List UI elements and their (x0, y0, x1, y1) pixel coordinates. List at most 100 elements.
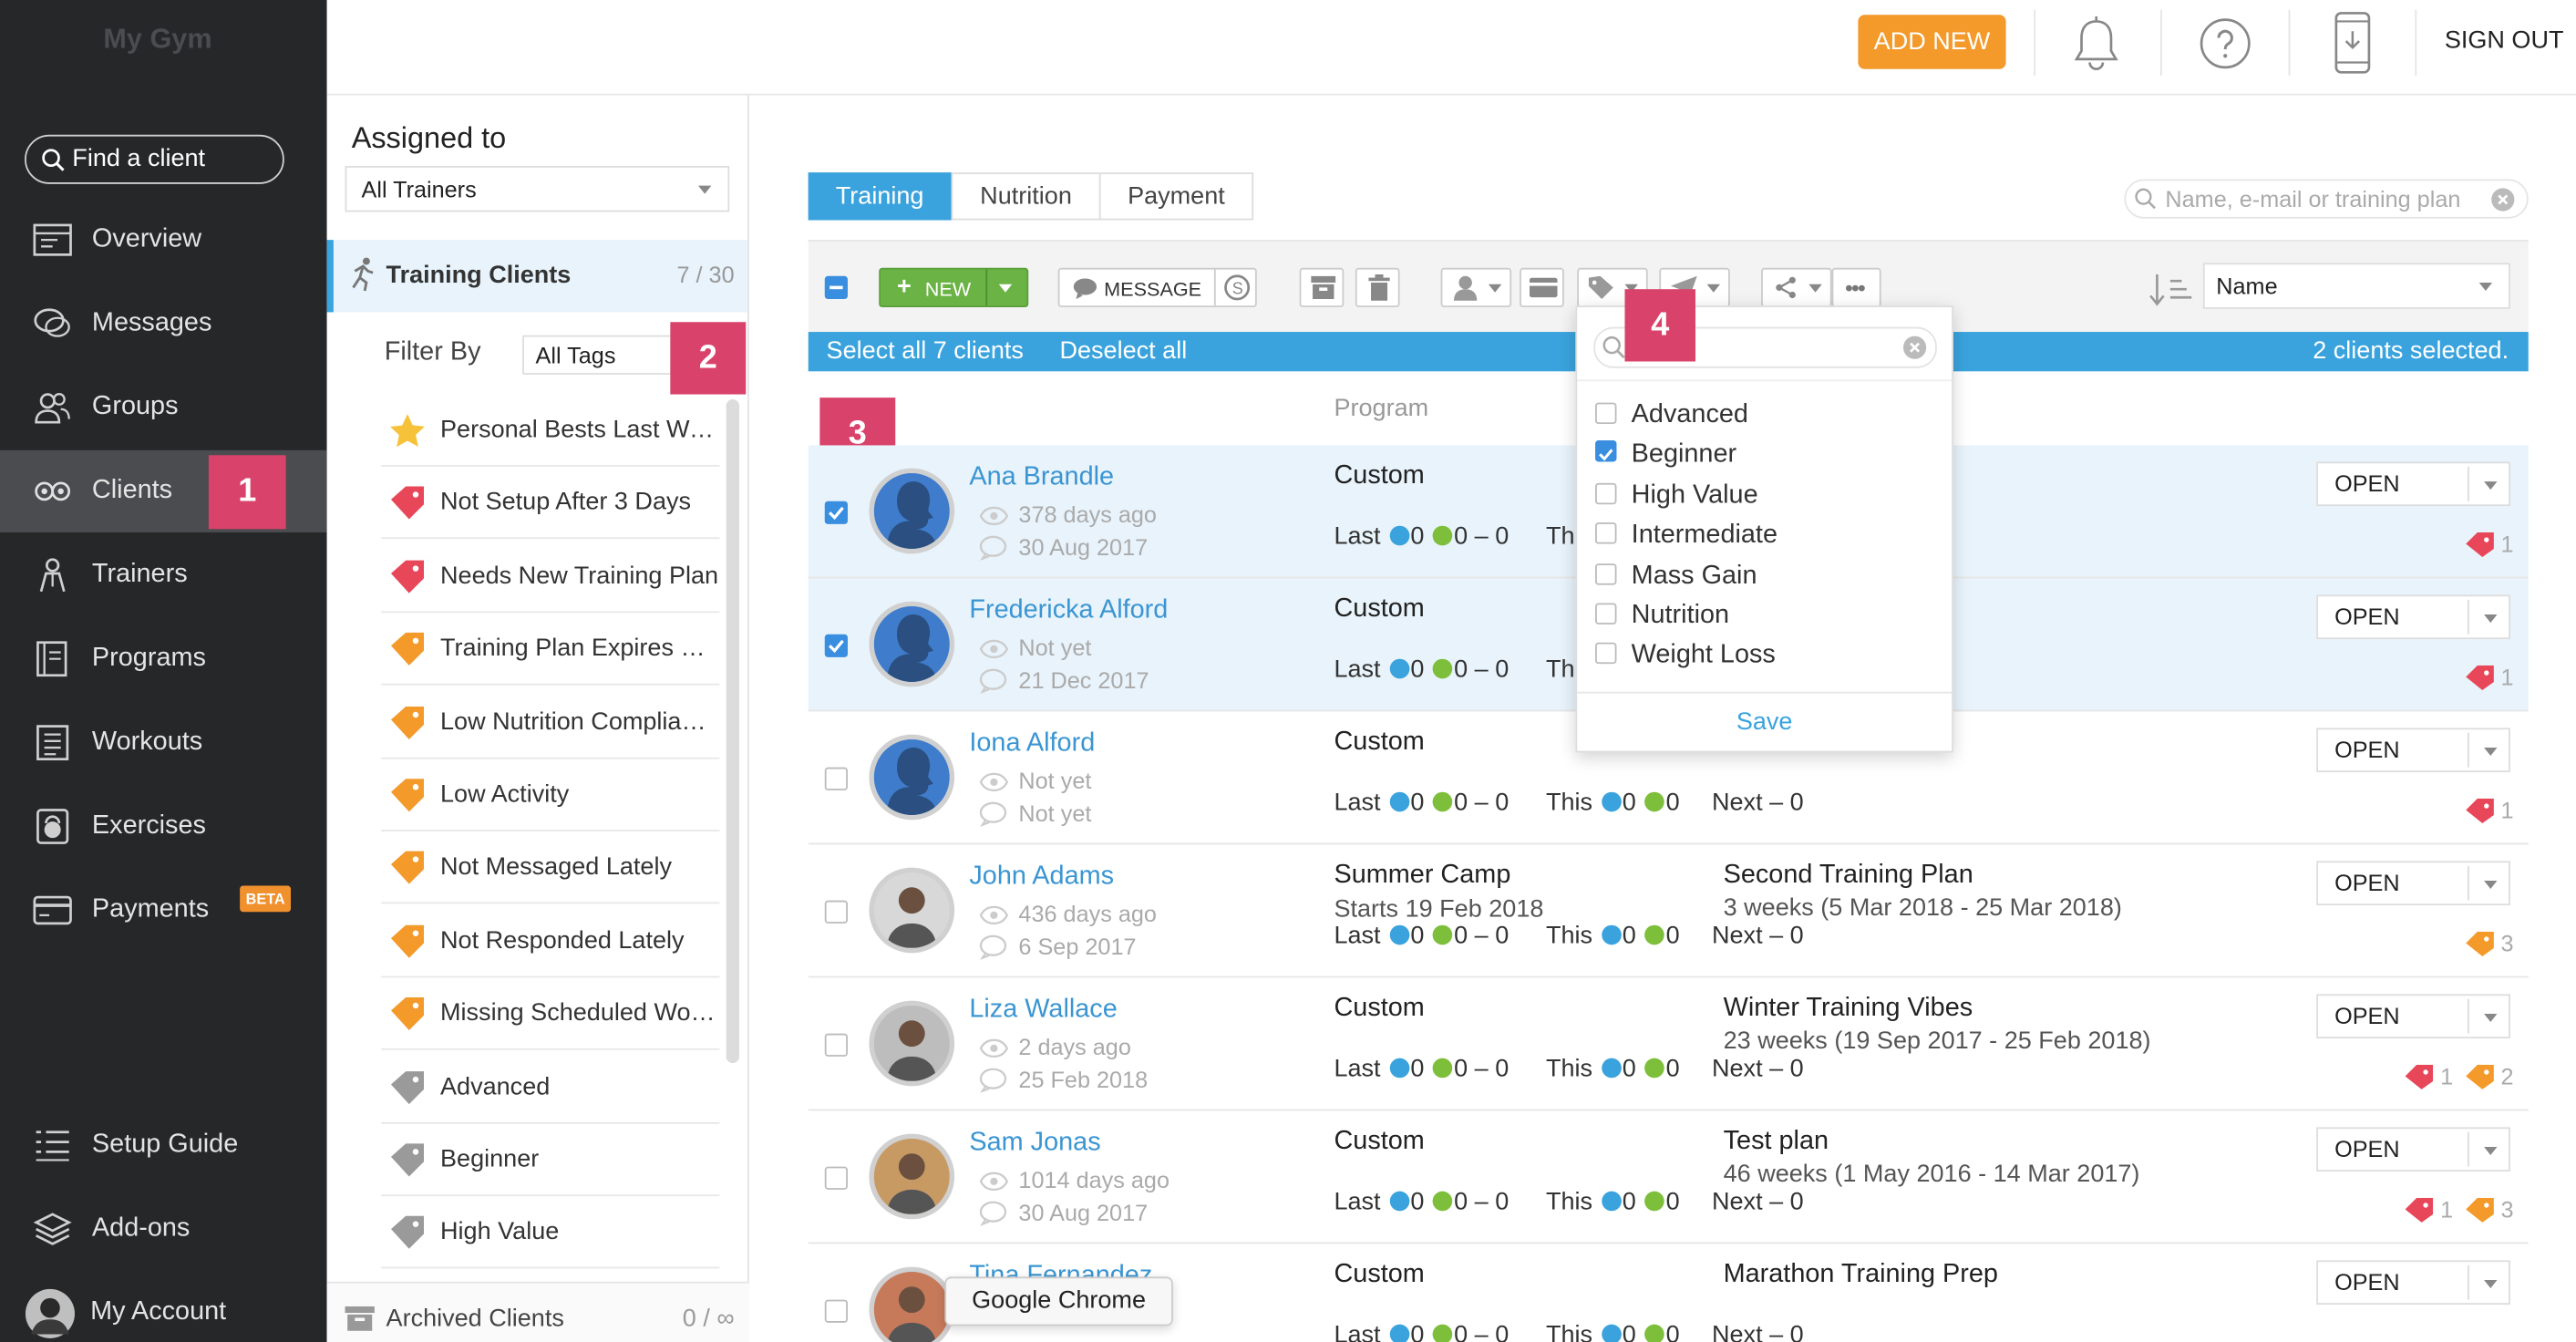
tag-option-checkbox[interactable] (1595, 440, 1617, 463)
sort-icon[interactable] (2148, 271, 2194, 307)
avatar[interactable] (869, 468, 955, 554)
open-client-button[interactable]: OPEN (2316, 728, 2510, 773)
filter-item[interactable]: Needs New Training Plan (381, 541, 720, 613)
check-icon (1644, 1058, 1664, 1079)
filter-item[interactable]: Not Setup After 3 Days (381, 468, 720, 540)
row-checkbox[interactable] (824, 634, 848, 657)
sidebar-item-setup-guide[interactable]: Setup Guide (0, 1104, 327, 1186)
filter-item[interactable]: Advanced (381, 1051, 720, 1124)
tab-nutrition[interactable]: Nutrition (951, 172, 1101, 221)
open-client-button[interactable]: OPEN (2316, 594, 2510, 640)
avatar[interactable] (869, 1000, 955, 1087)
more-button[interactable]: ••• (1831, 267, 1881, 308)
tag-option-checkbox[interactable] (1595, 643, 1617, 665)
tag-option-checkbox[interactable] (1595, 482, 1617, 504)
sidebar-item-payments[interactable]: Payments BETA (0, 869, 327, 951)
sidebar-item-groups[interactable]: Groups (0, 366, 327, 449)
row-checkbox[interactable] (824, 1166, 848, 1190)
table-row[interactable]: Sam Jonas 1014 days ago 30 Aug 2017 Custom L… (808, 1110, 2529, 1244)
filter-item[interactable]: Personal Bests Last Week (381, 395, 720, 467)
assign-trainer-button[interactable] (1440, 267, 1512, 308)
client-name-link[interactable]: John Adams (969, 862, 1114, 892)
mobile-app-icon[interactable] (2334, 12, 2371, 74)
clear-icon[interactable] (2490, 187, 2515, 212)
archived-clients[interactable]: Archived Clients 0 / ∞ (326, 1281, 749, 1342)
tag-option[interactable]: Advanced (1595, 401, 1748, 430)
sidebar-item-trainers[interactable]: Trainers (0, 534, 327, 616)
client-search-input[interactable]: Name, e-mail or training plan (2124, 179, 2529, 219)
tag-option-checkbox[interactable] (1595, 603, 1617, 625)
select-all-link[interactable]: Select all 7 clients (827, 332, 1024, 371)
tag-option[interactable]: Weight Loss (1595, 642, 1776, 671)
find-client-button[interactable]: Find a client (25, 134, 284, 184)
new-button[interactable]: + NEW (879, 267, 1029, 308)
share-button[interactable] (1761, 267, 1832, 308)
tab-payment[interactable]: Payment (1098, 172, 1254, 221)
deselect-all-link[interactable]: Deselect all (1059, 332, 1187, 371)
avatar[interactable] (869, 734, 955, 821)
client-name-link[interactable]: Liza Wallace (969, 996, 1117, 1025)
open-client-button[interactable]: OPEN (2316, 994, 2510, 1039)
tag-option[interactable]: Beginner (1595, 440, 1736, 470)
row-checkbox[interactable] (824, 1299, 848, 1323)
client-name-link[interactable]: Iona Alford (969, 729, 1095, 759)
tag-option[interactable]: Nutrition (1595, 602, 1729, 631)
open-client-button[interactable]: OPEN (2316, 1260, 2510, 1306)
message-button[interactable]: MESSAGE S (1057, 267, 1257, 308)
sidebar-item-messages[interactable]: Messages (0, 283, 327, 365)
clear-icon[interactable] (1902, 336, 1927, 360)
avatar[interactable] (869, 867, 955, 954)
check-icon (1432, 1324, 1453, 1342)
table-row[interactable]: Liza Wallace 2 days ago 25 Feb 2018 Custom L… (808, 977, 2529, 1111)
client-name-link[interactable]: Ana Brandle (969, 463, 1114, 492)
training-clients-group[interactable]: Training Clients 7 / 30 (326, 240, 748, 313)
sidebar-item-workouts[interactable]: Workouts (0, 702, 327, 784)
row-checkbox[interactable] (824, 501, 848, 524)
add-new-button[interactable]: ADD NEW (1858, 15, 2006, 69)
row-checkbox[interactable] (824, 900, 848, 924)
assigned-to-title: Assigned to (351, 121, 507, 155)
archive-button[interactable] (1299, 267, 1345, 308)
filter-item[interactable]: Not Messaged Lately (381, 832, 720, 904)
row-checkbox[interactable] (824, 767, 848, 790)
filter-item[interactable]: Low Activity (381, 759, 720, 831)
filter-item[interactable]: Low Nutrition Compliance (381, 686, 720, 759)
client-name-link[interactable]: Sam Jonas (969, 1129, 1100, 1158)
open-client-button[interactable]: OPEN (2316, 1127, 2510, 1172)
filter-scrollbar[interactable] (726, 398, 740, 1064)
tab-training[interactable]: Training (808, 172, 952, 221)
sidebar-item-my-account[interactable]: My Account (0, 1272, 327, 1342)
tag-option-checkbox[interactable] (1595, 563, 1617, 584)
tag-option-checkbox[interactable] (1595, 402, 1617, 424)
avatar[interactable] (869, 1133, 955, 1220)
open-client-button[interactable]: OPEN (2316, 461, 2510, 507)
open-client-button[interactable]: OPEN (2316, 861, 2510, 906)
sidebar-item-exercises[interactable]: Exercises (0, 785, 327, 867)
tag-option[interactable]: Intermediate (1595, 521, 1777, 551)
filter-item[interactable]: Not Responded Lately (381, 905, 720, 978)
filter-item[interactable]: Missing Scheduled Workouts (381, 978, 720, 1051)
avatar[interactable] (869, 601, 955, 687)
filter-item[interactable]: High Value (381, 1197, 720, 1270)
table-row[interactable]: John Adams 436 days ago 6 Sep 2017 Summer C… (808, 844, 2529, 978)
sidebar-item-overview[interactable]: Overview (0, 199, 327, 281)
delete-button[interactable] (1355, 267, 1400, 308)
save-tags-button[interactable]: Save (1577, 691, 1953, 751)
payment-button[interactable] (1520, 267, 1564, 308)
row-checkbox[interactable] (824, 1033, 848, 1057)
tag-option[interactable]: High Value (1595, 481, 1758, 511)
sort-select[interactable]: Name (2202, 263, 2510, 309)
filter-item[interactable]: Beginner (381, 1124, 720, 1197)
avatar[interactable] (869, 1266, 955, 1342)
select-all-checkbox[interactable] (824, 275, 848, 300)
help-icon[interactable] (2198, 16, 2251, 70)
sidebar-item-programs[interactable]: Programs (0, 618, 327, 700)
tag-option-checkbox[interactable] (1595, 522, 1617, 544)
filter-item[interactable]: Training Plan Expires Soon (381, 614, 720, 686)
bell-icon[interactable] (2070, 15, 2123, 74)
tag-option[interactable]: Mass Gain (1595, 562, 1757, 591)
trainer-select[interactable]: All Trainers (345, 166, 730, 212)
sidebar-item-add-ons[interactable]: Add-ons (0, 1188, 327, 1270)
sign-out-link[interactable]: SIGN OUT (2445, 26, 2564, 55)
client-name-link[interactable]: Fredericka Alford (969, 596, 1168, 625)
